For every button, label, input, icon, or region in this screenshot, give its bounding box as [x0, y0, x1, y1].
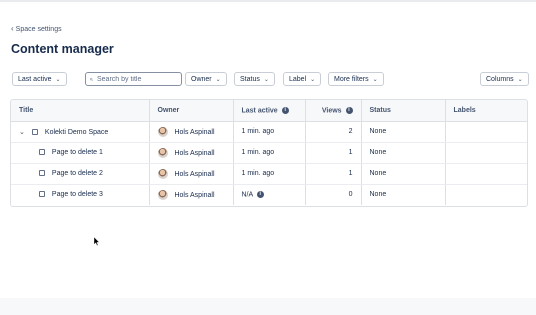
row-title[interactable]: Page to delete 1 — [52, 149, 103, 156]
row-checkbox[interactable] — [38, 170, 45, 177]
owner-cell: Hols Aspinall — [149, 121, 234, 143]
status-cell: None — [361, 184, 446, 205]
row-title[interactable]: Page to delete 3 — [52, 191, 103, 198]
more-filters-label: More filters — [334, 75, 369, 83]
title-cell: ⌄ Kolekti Demo Space — [11, 121, 150, 143]
breadcrumb-label[interactable]: Space settings — [16, 26, 62, 33]
columns-label: Columns — [486, 75, 514, 83]
last-active-cell: 1 min. ago — [233, 142, 306, 164]
column-header-last-active[interactable]: Last active i — [233, 100, 306, 122]
table-header-row: Title Owner Last active i Views i Status… — [11, 100, 527, 122]
info-icon[interactable]: i — [345, 106, 353, 114]
title-cell: Page to delete 3 — [11, 184, 150, 205]
owner-filter-label: Owner — [191, 75, 212, 83]
avatar — [157, 147, 168, 158]
chevron-down-icon: ⌄ — [215, 76, 221, 83]
row-checkbox[interactable] — [38, 149, 45, 156]
row-checkbox[interactable] — [31, 128, 38, 135]
labels-cell — [445, 184, 527, 205]
last-active-value: N/A — [241, 191, 253, 199]
last-active-cell: 1 min. ago — [233, 121, 306, 143]
label-filter-label: Label — [289, 75, 307, 83]
row-checkbox[interactable] — [38, 191, 45, 198]
page-footer-area — [0, 298, 536, 315]
status-cell: None — [361, 121, 446, 143]
table-row[interactable]: Page to delete 1 Hols Aspinall 1 min. ag… — [11, 142, 527, 164]
label-filter[interactable]: Label ⌄ — [283, 72, 322, 86]
owner-name: Hols Aspinall — [174, 128, 215, 136]
labels-cell — [445, 163, 527, 185]
column-header-views-label: Views — [321, 106, 342, 114]
avatar — [157, 189, 168, 200]
table-row[interactable]: ⌄ Kolekti Demo Space Hols Aspinall 1 min… — [11, 121, 527, 143]
content-table: Title Owner Last active i Views i Status… — [10, 99, 528, 207]
table-row[interactable]: Page to delete 2 Hols Aspinall 1 min. ag… — [11, 163, 527, 185]
labels-cell — [445, 142, 527, 164]
more-filters-button[interactable]: More filters ⌄ — [328, 72, 384, 86]
avatar — [157, 168, 168, 179]
breadcrumb[interactable]: ‹ Space settings — [11, 25, 62, 33]
filter-bar: Last active ⌄ Owner ⌄ Status ⌄ Label ⌄ M… — [0, 72, 536, 88]
table-row[interactable]: Page to delete 3 Hols Aspinall N/A i 0 N… — [11, 184, 527, 205]
views-cell: 0 — [305, 184, 362, 205]
owner-name: Hols Aspinall — [174, 191, 215, 199]
owner-name: Hols Aspinall — [174, 149, 215, 157]
column-header-labels[interactable]: Labels — [445, 100, 527, 122]
owner-cell: Hols Aspinall — [149, 184, 234, 205]
title-cell: Page to delete 1 — [11, 142, 150, 164]
row-title[interactable]: Page to delete 2 — [52, 170, 103, 177]
search-icon — [90, 77, 93, 81]
chevron-down-icon: ⌄ — [263, 76, 269, 83]
chevron-down-icon: ⌄ — [55, 76, 61, 83]
column-header-views[interactable]: Views i — [305, 100, 362, 122]
info-icon[interactable]: i — [256, 191, 264, 199]
views-cell: 1 — [305, 163, 362, 185]
chevron-down-icon: ⌄ — [310, 76, 316, 83]
views-cell: 2 — [305, 121, 362, 143]
status-cell: None — [361, 142, 446, 164]
last-active-filter-label: Last active — [18, 75, 52, 83]
last-active-cell: 1 min. ago — [233, 163, 306, 185]
title-cell: Page to delete 2 — [11, 163, 150, 185]
last-active-cell: N/A i — [233, 184, 306, 205]
column-header-title[interactable]: Title — [11, 100, 150, 122]
row-title[interactable]: Kolekti Demo Space — [45, 128, 108, 135]
mouse-pointer-icon — [94, 237, 100, 246]
avatar — [157, 126, 168, 137]
page-title: Content manager — [11, 42, 114, 56]
search-input[interactable] — [97, 75, 177, 83]
views-cell: 1 — [305, 142, 362, 164]
info-icon[interactable]: i — [281, 106, 289, 114]
column-header-owner[interactable]: Owner — [149, 100, 234, 122]
chevron-down-icon: ⌄ — [372, 76, 378, 83]
owner-cell: Hols Aspinall — [149, 163, 234, 185]
column-header-last-active-label: Last active — [241, 106, 278, 114]
owner-name: Hols Aspinall — [174, 170, 215, 178]
chevron-left-icon: ‹ — [11, 24, 14, 33]
status-filter[interactable]: Status ⌄ — [234, 72, 275, 86]
top-divider — [0, 0, 536, 2]
last-active-filter[interactable]: Last active ⌄ — [12, 72, 67, 86]
owner-filter[interactable]: Owner ⌄ — [185, 72, 227, 86]
owner-cell: Hols Aspinall — [149, 142, 234, 164]
column-header-status[interactable]: Status — [361, 100, 446, 122]
columns-button[interactable]: Columns ⌄ — [480, 72, 529, 86]
search-box[interactable] — [85, 72, 182, 86]
chevron-down-icon: ⌄ — [517, 76, 523, 83]
chevron-down-icon[interactable]: ⌄ — [19, 128, 27, 136]
status-filter-label: Status — [240, 75, 260, 83]
status-cell: None — [361, 163, 446, 185]
labels-cell — [445, 121, 527, 143]
